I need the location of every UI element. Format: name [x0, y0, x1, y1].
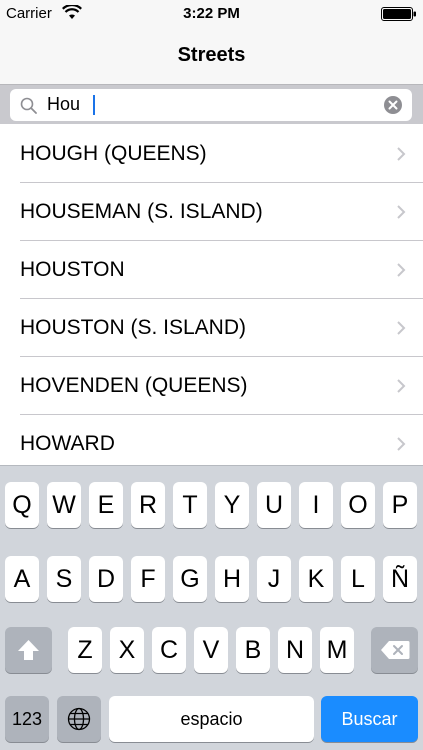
key-d[interactable]: D — [89, 556, 123, 602]
globe-key[interactable] — [57, 696, 101, 742]
status-bar: Carrier 3:22 PM — [0, 0, 423, 28]
text-cursor — [93, 95, 95, 115]
key-l[interactable]: L — [341, 556, 375, 602]
search-input[interactable]: Hou — [47, 94, 80, 115]
clear-icon[interactable] — [384, 96, 402, 114]
key-p[interactable]: P — [383, 482, 417, 528]
key-m[interactable]: M — [320, 627, 354, 673]
page-title: Streets — [177, 44, 246, 66]
key-j[interactable]: J — [257, 556, 291, 602]
key-y[interactable]: Y — [215, 482, 249, 528]
key-b[interactable]: B — [236, 627, 270, 673]
chevron-right-icon — [397, 263, 406, 277]
key-t[interactable]: T — [173, 482, 207, 528]
list-item-label: HOUSTON (S. ISLAND) — [20, 316, 246, 339]
list-item-label: HOUGH (QUEENS) — [20, 142, 207, 165]
key-i[interactable]: I — [299, 482, 333, 528]
status-time: 3:22 PM — [183, 5, 240, 22]
key-n[interactable]: N — [278, 627, 312, 673]
key-s[interactable]: S — [47, 556, 81, 602]
delete-key[interactable] — [371, 627, 418, 673]
key-f[interactable]: F — [131, 556, 165, 602]
chevron-right-icon — [397, 321, 406, 335]
key-n-tilde[interactable]: Ñ — [383, 556, 417, 602]
search-bar: Hou — [0, 84, 423, 124]
list-item[interactable]: HOVENDEN (QUEENS) — [0, 357, 423, 415]
numbers-key[interactable]: 123 — [5, 696, 49, 742]
chevron-right-icon — [397, 205, 406, 219]
chevron-right-icon — [397, 147, 406, 161]
shift-key[interactable] — [5, 627, 52, 673]
chevron-right-icon — [397, 437, 406, 451]
list-item[interactable]: HOUSTON (S. ISLAND) — [0, 299, 423, 357]
search-icon — [20, 97, 37, 114]
key-r[interactable]: R — [131, 482, 165, 528]
street-list: HOUGH (QUEENS) HOUSEMAN (S. ISLAND) HOUS… — [0, 125, 423, 465]
navigation-bar: Streets — [0, 28, 423, 84]
list-item[interactable]: HOUSEMAN (S. ISLAND) — [0, 183, 423, 241]
list-item[interactable]: HOUGH (QUEENS) — [0, 125, 423, 183]
list-item-label: HOWARD — [20, 432, 115, 455]
list-item-label: HOUSEMAN (S. ISLAND) — [20, 200, 263, 223]
search-go-button[interactable]: Buscar — [321, 696, 418, 742]
key-o[interactable]: O — [341, 482, 375, 528]
list-item-label: HOUSTON — [20, 258, 125, 281]
list-item[interactable]: HOUSTON — [0, 241, 423, 299]
battery-icon — [381, 7, 416, 21]
key-q[interactable]: Q — [5, 482, 39, 528]
chevron-right-icon — [397, 379, 406, 393]
key-k[interactable]: K — [299, 556, 333, 602]
key-h[interactable]: H — [215, 556, 249, 602]
delete-icon — [381, 641, 410, 659]
keyboard: Q W E R T Y U I O P A S D F G H J K L Ñ … — [0, 465, 423, 750]
key-x[interactable]: X — [110, 627, 144, 673]
key-z[interactable]: Z — [68, 627, 102, 673]
key-a[interactable]: A — [5, 556, 39, 602]
list-item-label: HOVENDEN (QUEENS) — [20, 374, 248, 397]
key-u[interactable]: U — [257, 482, 291, 528]
key-e[interactable]: E — [89, 482, 123, 528]
key-w[interactable]: W — [47, 482, 81, 528]
key-c[interactable]: C — [152, 627, 186, 673]
key-v[interactable]: V — [194, 627, 228, 673]
space-key[interactable]: espacio — [109, 696, 314, 742]
list-item[interactable]: HOWARD — [0, 415, 423, 465]
shift-icon — [18, 640, 39, 660]
globe-icon — [67, 707, 91, 731]
key-g[interactable]: G — [173, 556, 207, 602]
search-field[interactable]: Hou — [10, 89, 412, 121]
